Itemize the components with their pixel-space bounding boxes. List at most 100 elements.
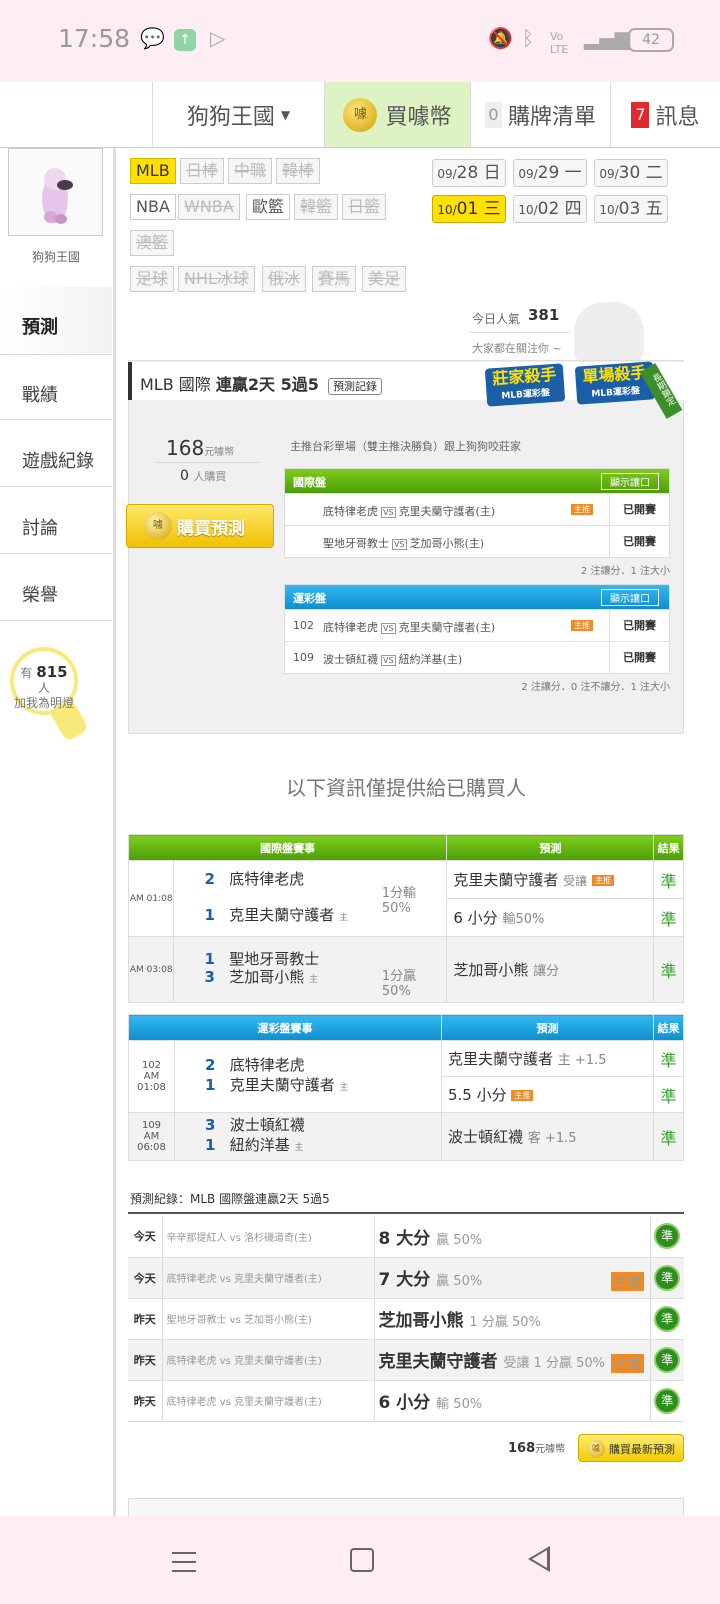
record-row: 昨天 底特律老虎 vs 克里夫蘭守護者(主) 克里夫蘭守護者 受讓 1 分贏 50%… xyxy=(128,1339,684,1381)
tag-euro-basketball[interactable]: 歐籃 xyxy=(246,194,291,220)
card-title-league: MLB 國際 xyxy=(140,375,211,394)
record-day: 昨天 xyxy=(128,1380,163,1422)
col-header-result: 結果 xyxy=(653,834,684,861)
match-status: 已開賽 xyxy=(609,494,669,526)
home-icon[interactable] xyxy=(350,1548,374,1572)
tag-korea-basketball[interactable]: 韓籃 xyxy=(294,194,339,220)
site-dropdown[interactable]: 狗狗王國 ▼ xyxy=(152,82,324,147)
records-table: 今天 辛辛那提紅人 vs 洛杉磯道奇(主) 8 大分 贏 50% 準 今天 底特律老虎 … xyxy=(128,1216,684,1422)
prediction-cell: 波士頓紅襪 客 +1.5 xyxy=(441,1112,654,1161)
system-nav-bar xyxy=(0,1516,720,1604)
match-number: 109 xyxy=(293,651,314,664)
follow-bulb-button[interactable]: 有 815 人 加我為明燈 xyxy=(10,647,78,715)
popularity-label: 今日人氣 xyxy=(472,312,521,326)
home-score: 3 xyxy=(204,968,215,986)
date-weekday: 三 xyxy=(483,199,501,219)
col-header-prediction: 預測 xyxy=(446,834,655,861)
lottery-panel-note: 2 注讓分．0 注不讓分．1 注大小 xyxy=(521,682,670,693)
record-match: 聖地牙哥教士 vs 芝加哥小熊(主) xyxy=(162,1298,375,1340)
match-teams: 3 波士頓紅襪 1 紐約洋基 主 xyxy=(174,1112,442,1161)
match-row: 聖地牙哥教士 VS 芝加哥小熊(主) 已開賽 xyxy=(285,525,669,558)
coin-icon: 噱 xyxy=(587,1440,605,1458)
price-unit: 元噱幣 xyxy=(204,447,235,458)
sidebar-item-game-log[interactable]: 遊戲紀錄 xyxy=(0,421,112,487)
date-month: 10/ xyxy=(599,203,619,217)
date-0929[interactable]: 09/29 一 xyxy=(513,159,587,187)
record-match: 辛辛那提紅人 vs 洛杉磯道奇(主) xyxy=(162,1216,375,1258)
vs-icon: VS xyxy=(381,623,396,634)
mute-icon: 🔕 xyxy=(488,26,513,50)
tag-nba[interactable]: NBA xyxy=(130,194,176,220)
popularity-divider xyxy=(470,332,570,333)
match-teams: 1 聖地牙哥教士 3 芝加哥小熊 主 xyxy=(173,936,382,1003)
tag-soccer[interactable]: 足球 xyxy=(130,266,175,292)
sidebar-item-discussion[interactable]: 討論 xyxy=(0,488,112,554)
prediction-pick: 芝加哥小熊 xyxy=(453,961,529,979)
match-time: 102 AM 01:08 xyxy=(128,1040,175,1113)
record-pick-text: 克里夫蘭守護者 xyxy=(378,1352,498,1372)
home-team: 紐約洋基(主) xyxy=(398,653,463,666)
sidebar-item-honor[interactable]: 榮譽 xyxy=(0,555,112,621)
home-mark: 主 xyxy=(339,1083,349,1093)
record-outcome: 輸 50% xyxy=(436,1397,483,1412)
date-1003[interactable]: 10/03 五 xyxy=(594,195,668,223)
away-team: 聖地牙哥教士 xyxy=(229,950,320,968)
buy-latest-label: 購買最新預測 xyxy=(609,1443,675,1456)
match-row: 102 底特律老虎 VS 克里夫蘭守護者(主) 主推 已開賽 xyxy=(285,609,669,642)
featured-badge: 主推 xyxy=(571,504,593,515)
result-badge: 準 xyxy=(653,860,684,899)
tag-kbo[interactable]: 韓棒 xyxy=(276,158,321,184)
record-pick: 6 小分 輸 50% xyxy=(374,1380,650,1422)
date-1001[interactable]: 10/01 三 xyxy=(432,195,506,223)
prediction-pick: 克里夫蘭守護者 xyxy=(453,871,559,889)
cart-button[interactable]: 0 購牌清單 xyxy=(470,82,610,147)
record-pick: 芝加哥小熊 1 分贏 50% xyxy=(374,1298,650,1340)
record-pick: 8 大分 贏 50% xyxy=(374,1216,650,1258)
tag-nfl[interactable]: 美足 xyxy=(362,266,407,292)
user-avatar[interactable] xyxy=(8,148,103,236)
prediction-record-button[interactable]: 預測記錄 xyxy=(327,378,382,395)
match-clock: AM 06:08 xyxy=(137,1131,166,1153)
date-day: 28 xyxy=(456,163,479,183)
card-description: 主推台彩單場（雙主推決勝負）跟上狗狗咬莊家 xyxy=(290,440,521,453)
tag-cpbl[interactable]: 中職 xyxy=(228,158,273,184)
tag-nhl[interactable]: NHL冰球 xyxy=(178,266,255,292)
tag-horse-racing[interactable]: 賽馬 xyxy=(312,266,357,292)
record-pick-text: 6 小分 xyxy=(378,1393,431,1413)
messages-button[interactable]: 7 訊息 xyxy=(610,82,720,147)
fans-count: 815 xyxy=(36,663,68,681)
record-outcome: 贏 50% xyxy=(436,1232,483,1248)
sidebar-item-record[interactable]: 戰績 xyxy=(0,354,112,420)
show-line-button[interactable]: 顯示讓口 xyxy=(601,589,659,606)
match-teams: 底特律老虎 VS 克里夫蘭守護者(主) xyxy=(323,619,495,635)
tag-aus-basketball[interactable]: 澳籃 xyxy=(130,230,175,256)
line-pct: 50% xyxy=(381,983,411,999)
tag-khl[interactable]: 俄冰 xyxy=(262,266,307,292)
volte-icon: Vo LTE xyxy=(550,30,569,56)
date-0930[interactable]: 09/30 二 xyxy=(594,159,668,187)
user-name: 狗狗王國 xyxy=(31,250,80,264)
lottery-panel-title: 運彩盤 xyxy=(293,592,326,605)
prediction-pick: 波士頓紅襪 xyxy=(448,1128,524,1146)
tag-npb[interactable]: 日棒 xyxy=(180,158,225,184)
show-line-button[interactable]: 顯示讓口 xyxy=(601,473,659,490)
popularity-sub: 大家都在關注你 ~ xyxy=(472,342,562,355)
tag-japan-basketball[interactable]: 日籃 xyxy=(342,194,387,220)
buyers-only-notice: 以下資訊僅提供給已購買人 xyxy=(286,776,526,800)
tag-mlb[interactable]: MLB xyxy=(130,158,176,184)
menu-icon[interactable] xyxy=(172,1552,196,1572)
buy-coin-button[interactable]: 噱 買噱幣 xyxy=(324,82,470,147)
record-row: 今天 底特律老虎 vs 克里夫蘭守護者(主) 7 大分 贏 50% 主推準 xyxy=(128,1257,684,1299)
match-number: 109 xyxy=(141,1120,162,1131)
line-pct: 50% xyxy=(381,900,411,916)
date-1002[interactable]: 10/02 四 xyxy=(513,195,587,223)
date-0928[interactable]: 09/28 日 xyxy=(432,159,506,187)
buy-latest-button[interactable]: 噱購買最新預測 xyxy=(578,1434,684,1462)
card-title-streak: 連贏2天 5過5 xyxy=(215,375,319,394)
sidebar-item-predict[interactable]: 預測 xyxy=(0,287,112,353)
date-day: 02 xyxy=(537,199,560,219)
prediction-pick: 6 小分 xyxy=(453,909,498,927)
table-row: 102 AM 01:08 2 底特律老虎 1 克里夫蘭守護者 主 克里夫蘭守護者 … xyxy=(128,1040,684,1113)
record-pick: 克里夫蘭守護者 受讓 1 分贏 50% 主推 xyxy=(374,1339,650,1381)
tag-wnba[interactable]: WNBA xyxy=(178,194,240,220)
